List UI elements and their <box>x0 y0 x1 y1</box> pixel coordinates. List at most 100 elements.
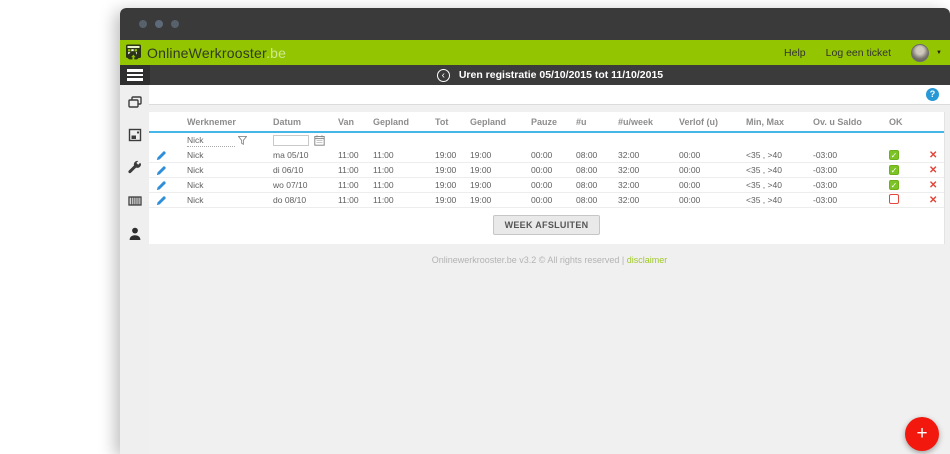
disclaimer-link[interactable]: disclaimer <box>627 255 668 265</box>
cell-tot: 19:00 <box>435 165 457 175</box>
cell-verlof: 00:00 <box>679 150 701 160</box>
log-ticket-link[interactable]: Log een ticket <box>826 47 891 59</box>
table-row: Nick do 08/10 11:00 11:00 19:00 19:00 00… <box>149 193 944 208</box>
chevron-down-icon[interactable]: ▼ <box>936 50 942 56</box>
col-gepland-van: Gepland <box>373 116 410 127</box>
cell-pauze: 00:00 <box>531 165 553 175</box>
cell-werknemer: Nick <box>187 180 204 190</box>
user-avatar[interactable] <box>911 43 930 62</box>
datum-filter-input[interactable] <box>273 135 309 146</box>
edit-icon[interactable] <box>156 180 167 191</box>
screens-icon[interactable] <box>127 94 143 110</box>
cell-datum: ma 05/10 <box>273 150 309 160</box>
help-icon[interactable]: ? <box>926 88 939 101</box>
cell-uren: 08:00 <box>576 180 598 190</box>
cell-gepland-tot: 19:00 <box>470 195 492 205</box>
cell-tot: 19:00 <box>435 195 457 205</box>
ok-checkbox[interactable]: ✓ <box>889 165 899 175</box>
cell-uren: 08:00 <box>576 150 598 160</box>
col-uren-week: #u/week <box>618 116 654 127</box>
cell-datum: wo 07/10 <box>273 180 308 190</box>
col-gepland-tot: Gepland <box>470 116 507 127</box>
ok-checkbox[interactable]: ✓ <box>889 150 899 160</box>
page-title: Uren registratie 05/10/2015 tot 11/10/20… <box>458 69 664 81</box>
schedule-icon[interactable] <box>127 193 143 209</box>
cell-saldo: -03:00 <box>813 165 838 175</box>
delete-icon[interactable]: ✕ <box>929 165 944 176</box>
col-van: Van <box>338 116 355 127</box>
cell-gepland-van: 11:00 <box>373 195 394 205</box>
werknemer-filter-input[interactable] <box>187 134 235 147</box>
calendar-icon[interactable] <box>314 135 325 146</box>
table-row: Nick wo 07/10 11:00 11:00 19:00 19:00 00… <box>149 178 944 193</box>
cell-gepland-van: 11:00 <box>373 150 394 160</box>
sidebar <box>120 85 149 454</box>
image-icon[interactable] <box>127 127 143 143</box>
table-row: Nick ma 05/10 11:00 11:00 19:00 19:00 00… <box>149 148 944 163</box>
brand-name: OnlineWerkrooster.be <box>147 44 287 61</box>
cell-saldo: -03:00 <box>813 180 838 190</box>
add-button[interactable]: + <box>905 417 939 451</box>
hours-table: Werknemer Datum Van Gepland Tot Gepland … <box>149 112 945 244</box>
col-uren: #u <box>576 116 587 127</box>
button-row: WEEK AFSLUITEN <box>149 208 944 244</box>
cell-werknemer: Nick <box>187 165 204 175</box>
cell-verlof: 00:00 <box>679 195 701 205</box>
cell-gepland-tot: 19:00 <box>470 165 492 175</box>
delete-icon[interactable]: ✕ <box>929 150 944 161</box>
close-week-button[interactable]: WEEK AFSLUITEN <box>492 215 601 235</box>
filter-icon[interactable] <box>238 136 247 145</box>
cell-uren-week: 32:00 <box>618 180 640 190</box>
ok-checkbox[interactable]: ✓ <box>889 180 899 190</box>
cell-min-max: <35 , >40 <box>746 180 782 190</box>
main-content: ? Werknemer Datum Van Gepland Tot Geplan… <box>149 85 950 454</box>
window-titlebar <box>120 8 950 40</box>
app-header: OnlineWerkrooster.be Help Log een ticket… <box>120 40 950 65</box>
col-verlof: Verlof (u) <box>679 116 719 127</box>
cell-van: 11:00 <box>338 180 359 190</box>
cell-pauze: 00:00 <box>531 150 553 160</box>
window-dot-icon <box>171 20 179 28</box>
col-ok: OK <box>889 116 903 127</box>
edit-icon[interactable] <box>156 195 167 206</box>
cell-saldo: -03:00 <box>813 195 838 205</box>
menu-icon[interactable] <box>120 65 150 85</box>
wrench-icon[interactable] <box>127 160 143 176</box>
delete-icon[interactable]: ✕ <box>929 195 944 206</box>
cell-min-max: <35 , >40 <box>746 195 782 205</box>
delete-icon[interactable]: ✕ <box>929 180 944 191</box>
help-link[interactable]: Help <box>784 47 806 59</box>
cell-tot: 19:00 <box>435 180 457 190</box>
filter-row <box>149 133 944 148</box>
ok-checkbox[interactable] <box>889 194 899 204</box>
brand-suffix: .be <box>266 44 287 61</box>
window-dot-icon <box>155 20 163 28</box>
table-body: Nick ma 05/10 11:00 11:00 19:00 19:00 00… <box>149 148 944 208</box>
user-icon[interactable] <box>127 226 143 242</box>
footer-text: Onlinewerkrooster.be v3.2 © All rights r… <box>431 255 627 265</box>
cell-gepland-tot: 19:00 <box>470 150 492 160</box>
cell-verlof: 00:00 <box>679 180 701 190</box>
footer: Onlinewerkrooster.be v3.2 © All rights r… <box>149 255 950 265</box>
cell-uren-week: 32:00 <box>618 195 640 205</box>
back-button[interactable]: ‹ <box>436 68 450 82</box>
col-werknemer: Werknemer <box>187 116 236 127</box>
cell-uren: 08:00 <box>576 195 598 205</box>
edit-icon[interactable] <box>156 165 167 176</box>
content-toolbar: ? <box>149 85 950 105</box>
edit-icon[interactable] <box>156 150 167 161</box>
cell-van: 11:00 <box>338 150 359 160</box>
cell-gepland-van: 11:00 <box>373 180 394 190</box>
cell-datum: di 06/10 <box>273 165 304 175</box>
col-datum: Datum <box>273 116 302 127</box>
brand-logo-icon[interactable] <box>124 43 143 62</box>
table-header-row: Werknemer Datum Van Gepland Tot Gepland … <box>149 112 944 131</box>
cell-uren-week: 32:00 <box>618 150 640 160</box>
cell-tot: 19:00 <box>435 150 457 160</box>
col-pauze: Pauze <box>531 116 558 127</box>
table-row: Nick di 06/10 11:00 11:00 19:00 19:00 00… <box>149 163 944 178</box>
cell-uren: 08:00 <box>576 165 598 175</box>
cell-van: 11:00 <box>338 165 359 175</box>
col-saldo: Ov. u Saldo <box>813 116 862 127</box>
cell-min-max: <35 , >40 <box>746 150 782 160</box>
